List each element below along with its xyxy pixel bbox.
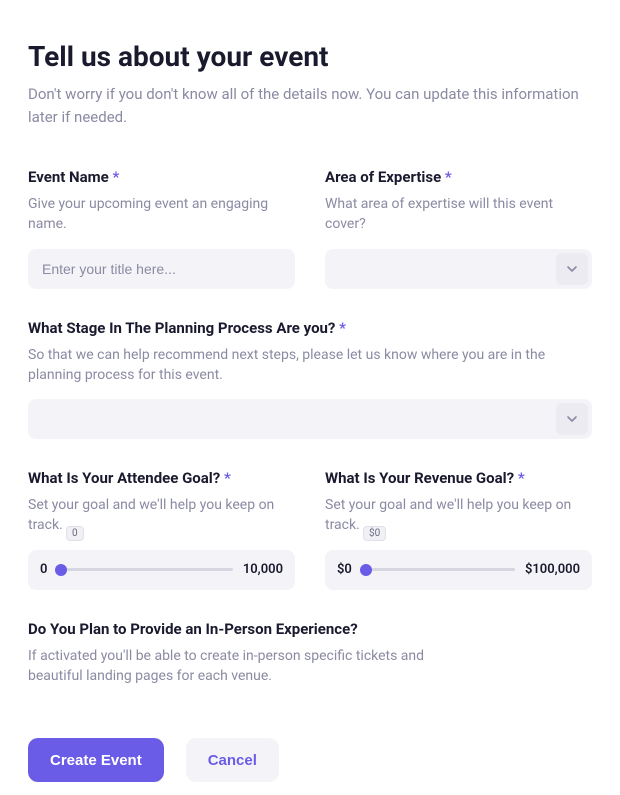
slider-thumb[interactable] [55, 564, 67, 576]
in-person-help: If activated you'll be able to create in… [28, 646, 448, 687]
slider-tooltip: $0 [363, 526, 386, 541]
slider-min-label: 0 [40, 562, 47, 577]
event-name-help: Give your upcoming event an engaging nam… [28, 194, 295, 235]
slider-track [57, 568, 232, 571]
cancel-button[interactable]: Cancel [186, 738, 279, 782]
field-event-name: Event Name * Give your upcoming event an… [28, 168, 295, 289]
field-in-person: Do You Plan to Provide an In-Person Expe… [28, 620, 592, 701]
slider-min-label: $0 [337, 562, 352, 577]
expertise-help: What area of expertise will this event c… [325, 194, 592, 235]
slider-max-label: $100,000 [525, 562, 580, 577]
slider-track [362, 568, 515, 571]
actions: Create Event Cancel [28, 738, 592, 782]
label-text: What Is Your Attendee Goal? [28, 469, 220, 487]
field-attendee-goal: What Is Your Attendee Goal? * Set your g… [28, 469, 295, 590]
field-stage: What Stage In The Planning Process Are y… [28, 319, 592, 440]
revenue-goal-label: What Is Your Revenue Goal? * [325, 469, 592, 487]
attendee-goal-slider[interactable]: 0 0 10,000 [28, 550, 295, 590]
field-revenue-goal: What Is Your Revenue Goal? * Set your go… [325, 469, 592, 590]
slider-tooltip: 0 [66, 526, 84, 541]
revenue-goal-slider[interactable]: $0 $0 $100,000 [325, 550, 592, 590]
chevron-down-icon [556, 403, 588, 435]
expertise-label: Area of Expertise * [325, 168, 592, 186]
form-grid: Event Name * Give your upcoming event an… [28, 168, 592, 700]
attendee-goal-label: What Is Your Attendee Goal? * [28, 469, 295, 487]
required-marker: * [445, 168, 452, 186]
event-name-label: Event Name * [28, 168, 295, 186]
chevron-down-icon [556, 253, 588, 285]
label-text: Do You Plan to Provide an In-Person Expe… [28, 620, 358, 638]
required-marker: * [518, 469, 525, 487]
create-event-button[interactable]: Create Event [28, 738, 164, 782]
label-text: What Is Your Revenue Goal? [325, 469, 514, 487]
stage-label: What Stage In The Planning Process Are y… [28, 319, 592, 337]
slider-max-label: 10,000 [243, 562, 283, 577]
field-expertise: Area of Expertise * What area of experti… [325, 168, 592, 289]
label-text: Area of Expertise [325, 168, 441, 186]
stage-help: So that we can help recommend next steps… [28, 345, 592, 386]
in-person-label: Do You Plan to Provide an In-Person Expe… [28, 620, 592, 638]
required-marker: * [224, 469, 231, 487]
label-text: What Stage In The Planning Process Are y… [28, 319, 335, 337]
page-subtitle: Don't worry if you don't know all of the… [28, 83, 592, 128]
expertise-select[interactable] [325, 249, 592, 289]
page-title: Tell us about your event [28, 40, 592, 73]
stage-select[interactable] [28, 399, 592, 439]
required-marker: * [339, 319, 346, 337]
required-marker: * [113, 168, 120, 186]
slider-thumb[interactable] [360, 564, 372, 576]
event-name-input[interactable] [28, 249, 295, 289]
label-text: Event Name [28, 168, 109, 186]
